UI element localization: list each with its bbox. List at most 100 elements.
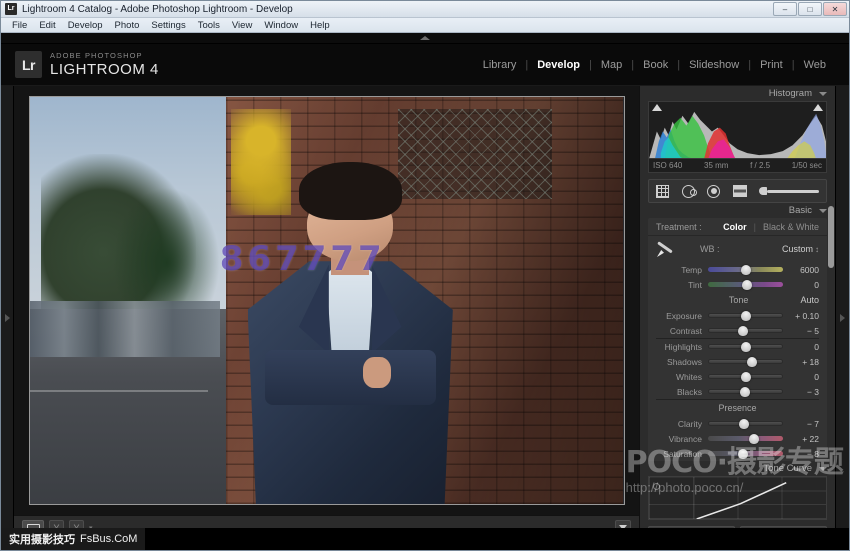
- slider-blacks-track[interactable]: [708, 389, 783, 394]
- slider-saturation-track[interactable]: [708, 451, 783, 456]
- maximize-button[interactable]: □: [798, 2, 822, 16]
- slider-saturation-knob[interactable]: [738, 449, 748, 459]
- slider-vibrance-track[interactable]: [708, 436, 783, 441]
- status-bar: 实用摄影技巧 FsBus.CoM: [1, 528, 849, 550]
- identity-line1: ADOBE PHOTOSHOP: [50, 52, 159, 60]
- module-book[interactable]: Book: [634, 59, 677, 71]
- slider-tint-knob[interactable]: [742, 280, 752, 290]
- slider-exposure[interactable]: Exposure + 0.10: [648, 308, 827, 323]
- slider-saturation[interactable]: Saturation − 8: [648, 446, 827, 461]
- slider-whites-knob[interactable]: [741, 372, 751, 382]
- menu-item-settings[interactable]: Settings: [146, 19, 190, 32]
- slider-highlights[interactable]: Highlights 0: [648, 339, 827, 354]
- slider-vibrance[interactable]: Vibrance + 22: [648, 431, 827, 446]
- histogram-panel-header[interactable]: Histogram: [640, 86, 835, 101]
- slider-temp-track[interactable]: [708, 267, 783, 272]
- slider-exposure-track[interactable]: [708, 313, 783, 318]
- slider-whites-track[interactable]: [708, 374, 783, 379]
- slider-shadows-value: + 18: [789, 357, 819, 367]
- photo-subject-hair: [299, 162, 402, 220]
- basic-panel-title: Basic: [789, 205, 812, 216]
- chevron-down-icon[interactable]: [819, 209, 827, 213]
- lightroom-window: Lr Lightroom 4 Catalog - Adobe Photoshop…: [0, 0, 850, 551]
- photo-image: 867777: [30, 97, 624, 504]
- menu-item-photo[interactable]: Photo: [110, 19, 145, 32]
- slider-contrast-track[interactable]: [708, 328, 783, 333]
- spot-removal-tool-icon[interactable]: [682, 185, 695, 198]
- menu-item-develop[interactable]: Develop: [63, 19, 108, 32]
- treatment-option-color[interactable]: Color: [723, 222, 747, 232]
- module-develop[interactable]: Develop: [528, 59, 589, 71]
- right-panel-collapse-handle[interactable]: [835, 86, 849, 550]
- slider-shadows-track[interactable]: [708, 359, 783, 364]
- highlight-clipping-indicator[interactable]: [813, 104, 823, 111]
- shadow-clipping-indicator[interactable]: [652, 104, 662, 111]
- module-library[interactable]: Library: [474, 59, 526, 71]
- menu-item-view[interactable]: View: [227, 19, 257, 32]
- slider-tint[interactable]: Tint 0: [648, 277, 827, 292]
- menu-item-edit[interactable]: Edit: [34, 19, 60, 32]
- slider-contrast[interactable]: Contrast − 5: [648, 323, 827, 338]
- slider-clarity-label: Clarity: [656, 419, 702, 429]
- slider-shadows[interactable]: Shadows + 18: [648, 354, 827, 369]
- chevron-down-icon[interactable]: [819, 92, 827, 96]
- top-panel-collapse-strip[interactable]: [1, 33, 849, 44]
- graduated-filter-tool-icon[interactable]: [733, 185, 747, 197]
- slider-vibrance-value: + 22: [789, 434, 819, 444]
- window-title: Lightroom 4 Catalog - Adobe Photoshop Li…: [22, 4, 773, 15]
- chevron-down-icon[interactable]: [819, 467, 827, 471]
- slider-contrast-knob[interactable]: [738, 326, 748, 336]
- auto-tone-button[interactable]: Auto: [800, 295, 819, 305]
- slider-whites[interactable]: Whites 0: [648, 369, 827, 384]
- slider-exposure-knob[interactable]: [741, 311, 751, 321]
- right-panel-scrollbar[interactable]: [828, 206, 834, 268]
- left-panel-collapse-handle[interactable]: [1, 86, 14, 550]
- minimize-button[interactable]: –: [773, 2, 797, 16]
- module-slideshow[interactable]: Slideshow: [680, 59, 748, 71]
- tone-curve-panel-header[interactable]: Tone Curve: [640, 461, 835, 476]
- menu-item-help[interactable]: Help: [305, 19, 335, 32]
- slider-clarity-knob[interactable]: [739, 419, 749, 429]
- slider-shadows-label: Shadows: [656, 357, 702, 367]
- photo-subject-person: [243, 162, 457, 504]
- module-print[interactable]: Print: [751, 59, 792, 71]
- menu-item-tools[interactable]: Tools: [193, 19, 225, 32]
- treatment-option-black-and-white[interactable]: Black & White: [763, 222, 819, 232]
- module-web[interactable]: Web: [795, 59, 835, 71]
- photo-parked-cars: [30, 301, 220, 358]
- crop-overlay-tool-icon[interactable]: [656, 185, 669, 198]
- photo-road-line: [30, 390, 208, 392]
- slider-vibrance-knob[interactable]: [749, 434, 759, 444]
- module-map[interactable]: Map: [592, 59, 631, 71]
- menu-item-window[interactable]: Window: [259, 19, 303, 32]
- slider-temp-value: 6000: [789, 265, 819, 275]
- image-canvas[interactable]: 867777: [14, 86, 639, 515]
- slider-blacks[interactable]: Blacks − 3: [648, 384, 827, 399]
- photo-frame[interactable]: 867777: [29, 96, 625, 505]
- chevron-up-icon: [420, 36, 430, 40]
- slider-temp-knob[interactable]: [741, 265, 751, 275]
- slider-tint-track[interactable]: [708, 282, 783, 287]
- slider-temp[interactable]: Temp 6000: [648, 262, 827, 277]
- identity-plate[interactable]: Lr ADOBE PHOTOSHOP LIGHTROOM 4: [15, 51, 159, 78]
- close-button[interactable]: ✕: [823, 2, 847, 16]
- targeted-adjustment-icon[interactable]: [653, 483, 660, 490]
- histogram-graph[interactable]: [648, 101, 827, 159]
- identity-line2: LIGHTROOM 4: [50, 62, 159, 77]
- white-balance-value[interactable]: Custom↕: [782, 244, 819, 254]
- slider-blacks-knob[interactable]: [740, 387, 750, 397]
- slider-shadows-knob[interactable]: [747, 357, 757, 367]
- eyedropper-icon[interactable]: [656, 239, 678, 259]
- chevron-right-icon: [840, 314, 845, 322]
- tone-curve-graph[interactable]: [648, 476, 827, 520]
- red-eye-correction-tool-icon[interactable]: [707, 185, 720, 198]
- basic-panel-header[interactable]: Basic: [640, 203, 835, 218]
- slider-highlights-track[interactable]: [708, 344, 783, 349]
- slider-whites-label: Whites: [656, 372, 702, 382]
- slider-clarity[interactable]: Clarity − 7: [648, 416, 827, 431]
- slider-exposure-label: Exposure: [656, 311, 702, 321]
- slider-clarity-track[interactable]: [708, 421, 783, 426]
- menu-item-file[interactable]: File: [7, 19, 32, 32]
- slider-highlights-knob[interactable]: [741, 342, 751, 352]
- adjustment-brush-tool-icon[interactable]: [759, 187, 819, 195]
